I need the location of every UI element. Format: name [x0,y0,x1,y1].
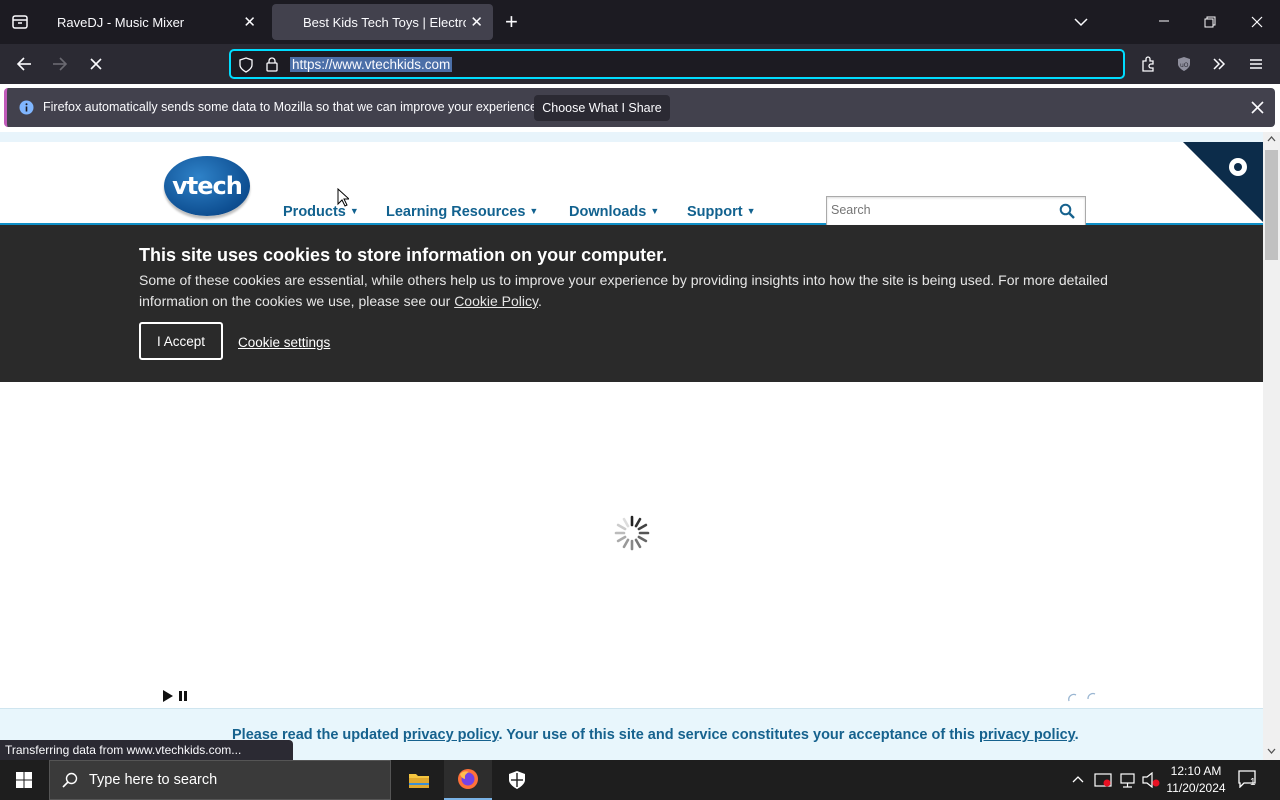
menu-label: Learning Resources [386,204,526,220]
info-icon [19,100,34,120]
search-icon [62,772,78,788]
windows-logo-icon [16,772,32,788]
notification-center-button[interactable]: 1 [1238,770,1260,790]
defender-tray-icon[interactable] [1094,772,1112,788]
accept-cookies-button[interactable]: I Accept [139,322,223,360]
scroll-up-icon[interactable] [1267,136,1276,142]
privacy-policy-link[interactable]: privacy policy [403,727,499,743]
svg-text:uO: uO [1180,62,1189,69]
browser-titlebar: RaveDJ - Music Mixer ✕ Best Kids Tech To… [0,0,1280,44]
caret-down-icon: ▼ [349,206,359,216]
carousel-play-pause-icon[interactable] [162,689,192,703]
taskbar-clock[interactable]: 12:10 AM 11/20/2024 [1162,763,1230,797]
close-tab-icon[interactable]: ✕ [470,13,483,31]
privacy-text: Please read the updated privacy policy. … [232,727,1079,743]
cookie-settings-link[interactable]: Cookie settings [238,335,330,350]
tab-label: Best Kids Tech Toys | Electronic [303,14,466,30]
start-button[interactable] [0,760,48,800]
tab-vtech[interactable]: Best Kids Tech Toys | Electronic ✕ [272,4,493,40]
clock-time: 12:10 AM [1170,764,1222,778]
stop-loading-icon[interactable] [82,50,110,78]
browser-status-text: Transferring data from www.vtechkids.com… [0,740,293,760]
clock-date: 11/20/2024 [1166,781,1226,795]
choose-what-i-share-button[interactable]: Choose What I Share [534,95,670,121]
cookie-banner: This site uses cookies to store informat… [0,225,1263,382]
close-notification-icon[interactable] [1251,101,1264,119]
volume-muted-icon[interactable] [1142,772,1160,788]
site-header: vtech Products ▼ Learning Resources ▼ Down… [0,132,1263,226]
back-icon[interactable] [10,50,38,78]
caret-down-icon: ▼ [529,206,539,216]
data-collection-notification: Firefox automatically sends some data to… [4,88,1275,127]
windows-taskbar: Type here to search 12:10 AM 11/20/2024 … [0,760,1280,800]
address-bar[interactable]: https://www.vtechkids.com [229,49,1125,79]
menu-label: Downloads [569,204,647,220]
web-page: vtech Products ▼ Learning Resources ▼ Down… [0,132,1263,760]
site-search [826,196,1086,226]
folder-icon [409,774,429,788]
menu-support[interactable]: Support ▼ [687,204,756,220]
cookie-text-end: . [537,293,542,309]
site-search-input[interactable] [831,197,1051,223]
scroll-down-icon[interactable] [1267,748,1276,754]
notification-text: Firefox automatically sends some data to… [43,100,541,114]
file-explorer-app[interactable] [395,760,443,800]
firefox-icon [458,769,478,789]
ublock-shield-icon[interactable]: uO [1176,56,1192,77]
menu-label: Support [687,204,743,220]
close-tab-icon[interactable]: ✕ [243,13,256,31]
security-app[interactable] [493,760,541,800]
tab-ravedj[interactable]: RaveDJ - Music Mixer ✕ [40,4,266,40]
new-tab-button[interactable]: + [505,9,518,35]
taskbar-search-placeholder: Type here to search [89,772,218,788]
list-tabs-icon[interactable] [1074,14,1088,32]
network-icon[interactable] [1119,772,1137,788]
cookie-title: This site uses cookies to store informat… [139,245,668,265]
tab-label: RaveDJ - Music Mixer [57,14,185,30]
logo-text: vtech [172,172,243,200]
lock-icon[interactable] [265,56,279,77]
security-shield-icon [509,771,525,789]
vtech-logo[interactable]: vtech [164,156,250,216]
search-icon[interactable] [1059,203,1075,219]
cookie-description: Some of these cookies are essential, whi… [139,270,1139,312]
scrollbar-thumb[interactable] [1265,150,1278,260]
privacy-policy-link[interactable]: privacy policy [979,727,1075,743]
caret-down-icon: ▼ [746,206,756,216]
more-tools-icon[interactable] [1212,57,1226,76]
loading-spinner-icon [614,515,650,551]
app-menu-icon[interactable] [1249,57,1263,76]
show-hidden-icons-icon[interactable] [1072,775,1084,783]
forward-icon[interactable] [46,50,74,78]
carousel-loading-dots-icon [1068,692,1096,702]
accessibility-corner-icon[interactable] [1183,142,1263,222]
cookie-text: Some of these cookies are essential, whi… [139,272,1108,309]
mouse-cursor-icon [337,188,349,207]
restore-icon[interactable] [1204,15,1216,33]
caret-down-icon: ▼ [650,206,660,216]
extensions-icon[interactable] [1140,56,1156,77]
minimize-icon[interactable] [1158,14,1170,32]
close-window-icon[interactable] [1251,15,1263,33]
cookie-policy-link[interactable]: Cookie Policy [454,293,538,309]
tab-overview-icon[interactable] [11,13,29,31]
menu-learning-resources[interactable]: Learning Resources ▼ [386,204,538,220]
notification-count: 1 [1250,777,1256,788]
privacy-text-part: . [1074,727,1079,743]
menu-downloads[interactable]: Downloads ▼ [569,204,659,220]
privacy-text-part: . Your use of this site and service cons… [498,727,980,743]
url-text[interactable]: https://www.vtechkids.com [290,57,453,72]
taskbar-search-box[interactable]: Type here to search [49,760,391,800]
firefox-app[interactable] [444,760,492,800]
tracking-protection-shield-icon[interactable] [238,57,254,78]
